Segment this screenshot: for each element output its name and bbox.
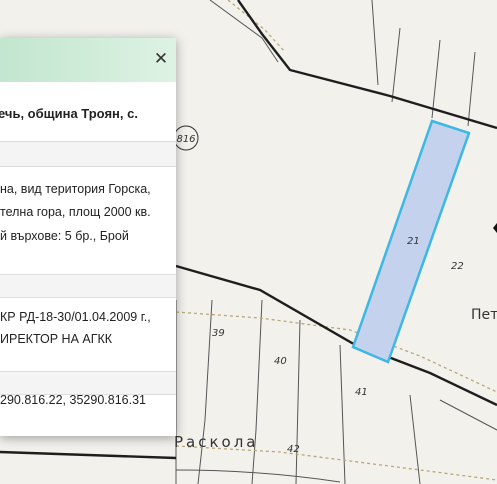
section-header-blank <box>0 142 176 166</box>
parcel-info-popup: ✕ ечь, община Троян, с. на, вид територи… <box>0 38 176 436</box>
place-label: Раскола <box>174 433 259 451</box>
parcel-ids: 290.816.22, 35290.816.31 <box>0 393 146 407</box>
desc-line-1: на, вид територия Горска, <box>0 182 151 196</box>
divider <box>0 166 176 167</box>
plot-label-42: 42 <box>287 444 300 455</box>
plot-label-41: 41 <box>355 387 368 398</box>
road-badge-number: 816 <box>176 134 195 145</box>
parcel-location-title: ечь, община Троян, с. <box>0 106 138 121</box>
section-header-blank <box>0 275 176 297</box>
plot-label-39: 39 <box>212 328 225 339</box>
plot-label-22: 22 <box>451 261 464 272</box>
order-line-1: КР РД-18-30/01.04.2009 г., <box>0 310 151 324</box>
plot-label-40: 40 <box>274 356 287 367</box>
close-icon[interactable]: ✕ <box>152 50 170 68</box>
plot-label-21: 21 <box>407 236 420 247</box>
edge-place-label: Пет <box>471 307 497 323</box>
desc-line-3: й върхове: 5 бр., Брой <box>0 229 129 243</box>
popup-header: ✕ <box>0 38 176 82</box>
order-line-2: ИРЕКТОР НА АГКК <box>0 332 113 346</box>
divider <box>0 297 176 298</box>
desc-line-2: телна гора, площ 2000 кв. <box>0 205 151 219</box>
